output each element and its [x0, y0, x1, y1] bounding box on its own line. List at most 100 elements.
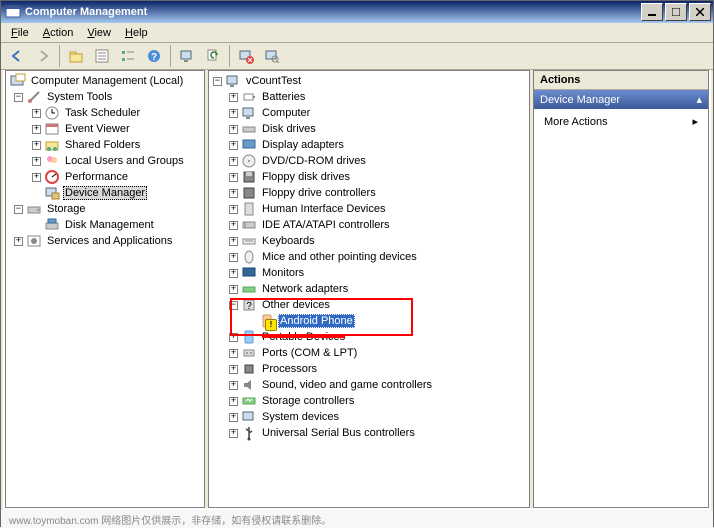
expand-icon[interactable]: + [229, 109, 238, 118]
node-services-apps[interactable]: + Services and Applications [6, 233, 204, 249]
close-button[interactable] [689, 3, 711, 21]
device-node-dvd[interactable]: +DVD/CD-ROM drives [209, 153, 529, 169]
expand-icon[interactable]: + [229, 93, 238, 102]
node-disk-management[interactable]: Disk Management [6, 217, 204, 233]
floppy_ctrl-icon [241, 185, 257, 201]
expand-icon[interactable]: + [32, 109, 41, 118]
chevron-right-icon: ▸ [692, 115, 698, 128]
node-task-scheduler[interactable]: + Task Scheduler [6, 105, 204, 121]
expand-icon[interactable]: + [229, 157, 238, 166]
expand-icon[interactable]: + [229, 189, 238, 198]
expand-icon[interactable]: + [229, 205, 238, 214]
device-root[interactable]: −vCountTest [209, 73, 529, 89]
collapse-icon[interactable]: − [213, 77, 222, 86]
device-node-ide[interactable]: +IDE ATA/ATAPI controllers [209, 217, 529, 233]
expand-icon[interactable]: + [229, 365, 238, 374]
device-node-processors[interactable]: +Processors [209, 361, 529, 377]
expand-icon[interactable]: + [32, 173, 41, 182]
expand-icon[interactable]: + [229, 349, 238, 358]
device-node-other[interactable]: −? Other devices [209, 297, 529, 313]
svg-text:?: ? [151, 52, 157, 63]
node-shared-folders[interactable]: + Shared Folders [6, 137, 204, 153]
forward-button[interactable] [31, 44, 55, 68]
device-node-keyboards[interactable]: +Keyboards [209, 233, 529, 249]
device-node-android[interactable]: Android Phone [209, 313, 529, 329]
node-label: Mice and other pointing devices [260, 250, 419, 264]
node-label: Device Manager [63, 186, 147, 200]
menu-help[interactable]: Help [119, 25, 154, 41]
expand-icon[interactable]: + [229, 173, 238, 182]
node-label: Human Interface Devices [260, 202, 388, 216]
batteries-icon [241, 89, 257, 105]
node-device-manager[interactable]: Device Manager [6, 185, 204, 201]
node-computer-management[interactable]: Computer Management (Local) [6, 73, 204, 89]
node-label: Monitors [260, 266, 306, 280]
android-phone-icon [259, 313, 275, 329]
expand-icon[interactable]: + [229, 285, 238, 294]
node-label: Other devices [260, 298, 332, 312]
device-node-disk_drives[interactable]: +Disk drives [209, 121, 529, 137]
help-button[interactable]: ? [142, 44, 166, 68]
expand-icon[interactable]: + [32, 125, 41, 134]
node-storage[interactable]: − Storage [6, 201, 204, 217]
node-event-viewer[interactable]: + Event Viewer [6, 121, 204, 137]
more-actions[interactable]: More Actions ▸ [534, 109, 708, 134]
expand-icon[interactable]: + [229, 237, 238, 246]
computer-icon[interactable] [175, 44, 199, 68]
expand-icon[interactable]: + [229, 221, 238, 230]
node-label: Display adapters [260, 138, 346, 152]
collapse-icon[interactable]: − [14, 93, 23, 102]
expand-icon[interactable]: + [229, 253, 238, 262]
node-performance[interactable]: + Performance [6, 169, 204, 185]
device-node-ports[interactable]: +Ports (COM & LPT) [209, 345, 529, 361]
list-button[interactable] [116, 44, 140, 68]
event-icon [44, 121, 60, 137]
device-node-computer[interactable]: +Computer [209, 105, 529, 121]
expand-icon[interactable]: + [32, 157, 41, 166]
device-node-display[interactable]: + Display adapters [209, 137, 529, 153]
scan-button[interactable] [260, 44, 284, 68]
collapse-icon[interactable]: − [229, 301, 238, 310]
details-button[interactable] [90, 44, 114, 68]
device-node-floppy_ctrl[interactable]: +Floppy drive controllers [209, 185, 529, 201]
device-node-batteries[interactable]: +Batteries [209, 89, 529, 105]
computer-icon [225, 73, 241, 89]
back-button[interactable] [5, 44, 29, 68]
device-node-network[interactable]: +Network adapters [209, 281, 529, 297]
disk-icon [44, 217, 60, 233]
refresh-button[interactable] [201, 44, 225, 68]
expand-icon[interactable]: + [229, 381, 238, 390]
expand-icon[interactable]: + [14, 237, 23, 246]
device-node-usb[interactable]: +Universal Serial Bus controllers [209, 425, 529, 441]
node-label: Disk Management [63, 218, 156, 232]
device-node-hid[interactable]: + Human Interface Devices [209, 201, 529, 217]
svg-text:?: ? [246, 301, 252, 312]
minimize-button[interactable] [641, 3, 663, 21]
node-label: Performance [63, 170, 130, 184]
node-system-tools[interactable]: − System Tools [6, 89, 204, 105]
expand-icon[interactable]: + [229, 413, 238, 422]
expand-icon[interactable]: + [229, 429, 238, 438]
menu-view[interactable]: View [81, 25, 117, 41]
expand-icon[interactable]: + [229, 125, 238, 134]
device-node-mice[interactable]: + Mice and other pointing devices [209, 249, 529, 265]
uninstall-button[interactable] [234, 44, 258, 68]
expand-icon[interactable]: + [229, 333, 238, 342]
maximize-button[interactable] [665, 3, 687, 21]
node-local-users[interactable]: + Local Users and Groups [6, 153, 204, 169]
actions-section[interactable]: Device Manager ▴ [534, 90, 708, 109]
expand-icon[interactable]: + [229, 141, 238, 150]
device-node-portable[interactable]: +Portable Devices [209, 329, 529, 345]
expand-icon[interactable]: + [229, 397, 238, 406]
expand-icon[interactable]: + [229, 269, 238, 278]
device-node-floppy_disk[interactable]: +Floppy disk drives [209, 169, 529, 185]
menu-action[interactable]: Action [37, 25, 80, 41]
up-button[interactable] [64, 44, 88, 68]
menu-file[interactable]: File [5, 25, 35, 41]
device-node-sound[interactable]: +Sound, video and game controllers [209, 377, 529, 393]
device-node-monitors[interactable]: + Monitors [209, 265, 529, 281]
collapse-icon[interactable]: − [14, 205, 23, 214]
expand-icon[interactable]: + [32, 141, 41, 150]
device-node-system[interactable]: +System devices [209, 409, 529, 425]
device-node-storage_ctrl[interactable]: +Storage controllers [209, 393, 529, 409]
